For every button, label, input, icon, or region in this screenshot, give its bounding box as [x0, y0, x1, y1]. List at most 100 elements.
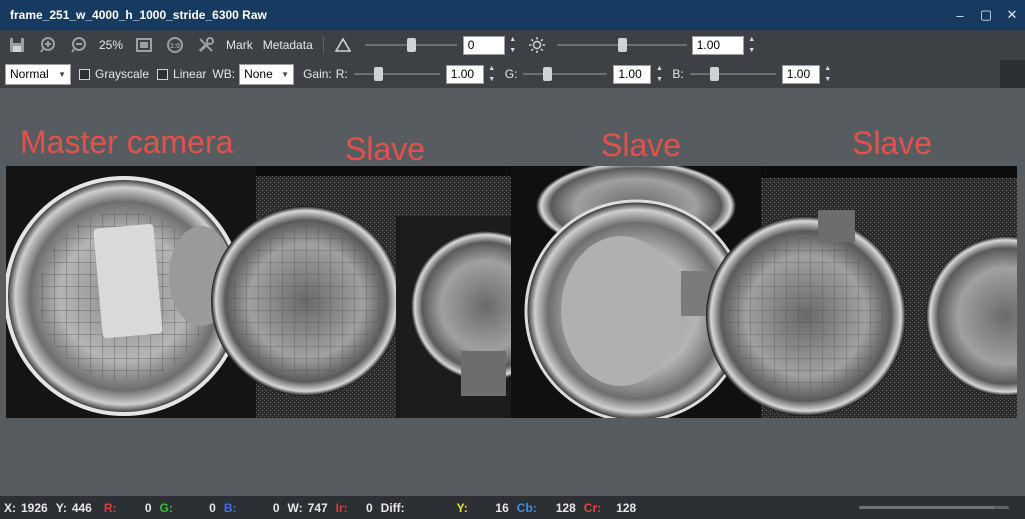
status-b: 0 [272, 500, 280, 515]
chevron-down-icon: ▼ [58, 69, 66, 79]
progress-bar [859, 506, 1009, 509]
spin-down-icon[interactable]: ▼ [488, 75, 495, 84]
svg-text:1:0: 1:0 [170, 43, 180, 50]
status-cr: 128 [616, 500, 637, 515]
status-yy-label: Y: [456, 500, 468, 515]
gain-g-spinner[interactable]: ▲ ▼ [654, 64, 664, 84]
image-viewport[interactable]: Master camera Slave Slave Slave [0, 88, 1025, 496]
slider-thumb[interactable] [406, 38, 416, 52]
status-bar: X: 1926 Y: 446 R: 0 G: 0 B: 0 W: 747 Ir:… [0, 496, 1025, 519]
status-cr-label: Cr: [583, 500, 602, 515]
slider-track [353, 73, 440, 75]
maximize-button[interactable]: ▢ [973, 0, 999, 30]
gain-b-label: B: [672, 67, 684, 81]
spin-down-icon[interactable]: ▼ [824, 75, 831, 84]
status-g-label: G: [159, 500, 173, 515]
slave-label-1: Slave [345, 131, 426, 167]
status-r-label: R: [103, 500, 117, 515]
gain-r-slider[interactable] [353, 64, 440, 84]
spin-up-icon[interactable]: ▲ [656, 64, 663, 73]
toolbar-primary: 25% 1:0 Mark Metadata ▲▼ ▲▼ [0, 30, 1025, 60]
brightness-input[interactable] [691, 35, 744, 55]
slave1-image [211, 176, 561, 418]
slave-label-3: Slave [852, 125, 933, 161]
gain-g-input[interactable] [613, 64, 652, 84]
master-camera-label: Master camera [20, 124, 234, 160]
minimize-button[interactable]: – [947, 0, 973, 30]
gain-r-label: R: [335, 67, 348, 81]
spin-up-icon[interactable]: ▲ [488, 64, 495, 73]
status-b-label: B: [223, 500, 237, 515]
mark-button[interactable]: Mark [226, 38, 253, 52]
spin-down-icon[interactable]: ▼ [748, 46, 755, 55]
slider-track [523, 73, 608, 75]
chevron-down-icon: ▼ [281, 69, 290, 79]
save-icon[interactable] [6, 34, 28, 56]
title-bar: frame_251_w_4000_h_1000_stride_6300 Raw … [0, 0, 1025, 30]
wb-select[interactable]: None ▼ [239, 63, 295, 85]
zoom-in-icon[interactable] [37, 34, 59, 56]
status-r: 0 [144, 500, 152, 515]
wb-select-value: None [244, 67, 273, 81]
zoom-out-icon[interactable] [68, 34, 90, 56]
status-g: 0 [209, 500, 216, 515]
slider-thumb[interactable] [373, 67, 383, 81]
fit-to-window-icon[interactable] [133, 34, 155, 56]
status-w: 747 [307, 500, 328, 515]
close-button[interactable]: ✕ [999, 0, 1025, 30]
brightness-spinner[interactable]: ▲ ▼ [747, 35, 757, 55]
gain-r-spinner[interactable]: ▲ ▼ [487, 64, 497, 84]
status-y: 446 [71, 500, 92, 515]
slider-track [689, 73, 776, 75]
linear-checkbox[interactable] [157, 68, 169, 80]
gain-b-input[interactable] [781, 64, 820, 84]
status-diff-label: Diff: [380, 500, 405, 515]
progress-fill [859, 506, 994, 509]
status-yy: 16 [495, 500, 509, 515]
metadata-button[interactable]: Metadata [263, 38, 313, 52]
window-title: frame_251_w_4000_h_1000_stride_6300 Raw [10, 8, 267, 22]
status-x-label: X: [4, 500, 16, 515]
status-ir: 0 [365, 500, 373, 515]
spin-down-icon[interactable]: ▼ [656, 75, 663, 84]
contrast-triangle-icon [332, 34, 354, 56]
zoom-level: 25% [99, 38, 124, 52]
status-cb: 128 [555, 500, 576, 515]
spin-up-icon[interactable]: ▲ [748, 35, 755, 44]
gain-r-input[interactable] [445, 64, 484, 84]
status-ir-label: Ir: [335, 500, 348, 515]
brightness-slider[interactable] [556, 35, 687, 55]
slider-thumb[interactable] [543, 67, 553, 81]
status-y-label: Y: [55, 500, 67, 515]
actual-size-icon[interactable]: 1:0 [164, 34, 186, 56]
gain-g-slider[interactable] [523, 64, 608, 84]
linear-label: Linear [173, 67, 207, 81]
raw-image-strip[interactable] [6, 166, 1017, 418]
gain-g-label: G: [504, 67, 518, 81]
spin-up-icon[interactable]: ▲ [509, 35, 516, 44]
slider-thumb[interactable] [617, 38, 627, 52]
contrast-spinner[interactable]: ▲ ▼ [508, 35, 518, 55]
gain-label: Gain: [303, 67, 332, 81]
status-w-label: W: [287, 500, 303, 515]
spin-down-icon[interactable]: ▼ [509, 46, 516, 55]
contrast-input[interactable] [462, 35, 505, 55]
spin-up-icon[interactable]: ▲ [824, 64, 831, 73]
toolbar-divider [322, 36, 324, 54]
gain-b-slider[interactable] [689, 64, 776, 84]
status-cb-label: Cb: [516, 500, 537, 515]
tools-icon[interactable] [195, 34, 217, 56]
toolbar-secondary: Normal ▼ Grayscale Linear WB: None ▼ Gai… [0, 60, 1000, 88]
raw-image[interactable] [6, 166, 1017, 418]
slave-label-2: Slave [601, 127, 682, 163]
status-x: 1926 [21, 500, 48, 515]
gain-b-spinner[interactable]: ▲ ▼ [823, 64, 833, 84]
brightness-sun-icon [526, 34, 548, 56]
slider-thumb[interactable] [709, 67, 719, 81]
wb-label: WB: [212, 67, 236, 81]
contrast-slider[interactable] [364, 35, 457, 55]
mode-select[interactable]: Normal ▼ [5, 63, 71, 85]
grayscale-checkbox[interactable] [79, 68, 90, 80]
grayscale-label: Grayscale [95, 67, 150, 81]
mode-select-value: Normal [10, 67, 49, 81]
